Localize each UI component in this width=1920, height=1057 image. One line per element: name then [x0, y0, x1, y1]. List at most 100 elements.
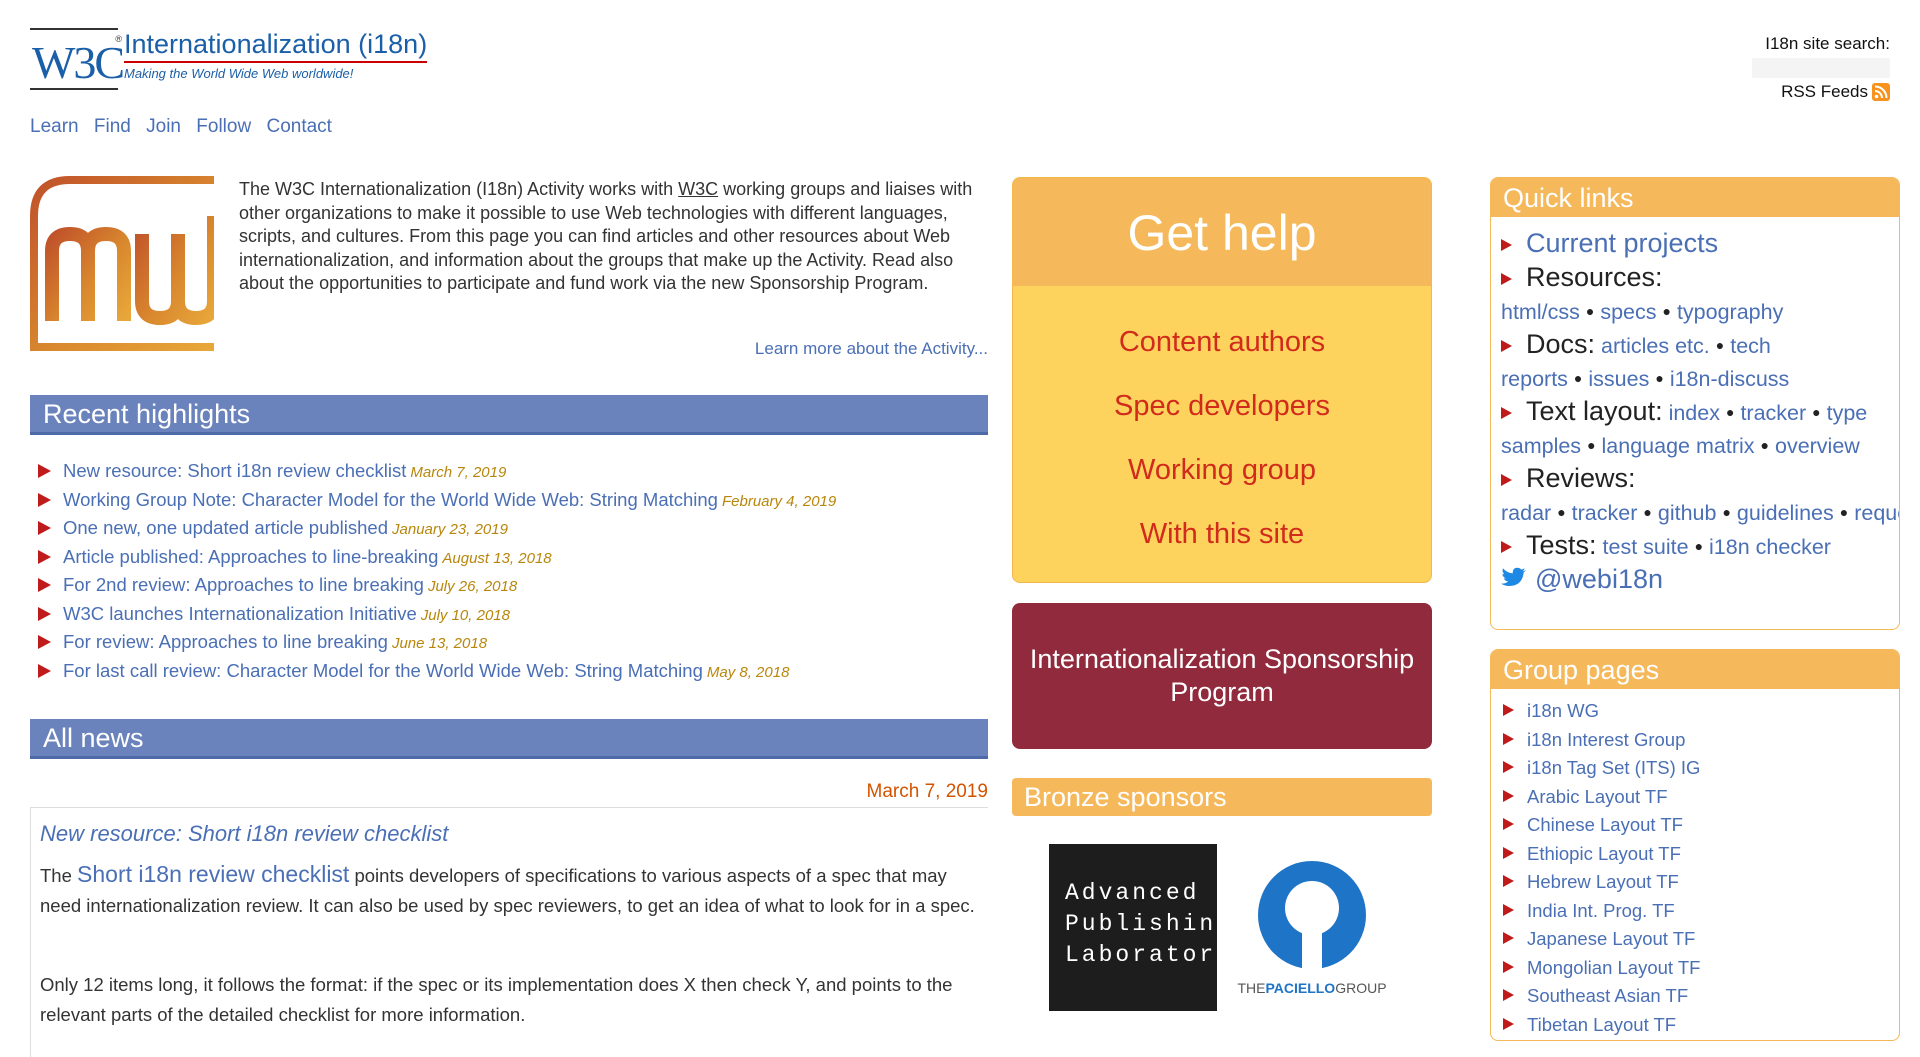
text-overview[interactable]: overview	[1775, 434, 1860, 458]
reviews-github[interactable]: github	[1658, 501, 1717, 525]
sponsorship-program-button[interactable]: Internationalization Sponsorship Program	[1012, 603, 1432, 749]
highlight-date: March 7, 2019	[410, 464, 507, 481]
quick-links-heading: Quick links	[1491, 178, 1899, 217]
quick-row-current: Current projects	[1501, 227, 1889, 261]
group-link[interactable]: Arabic Layout TF	[1527, 786, 1668, 807]
quick-links-panel: Quick links Current projects Resources: …	[1490, 177, 1900, 630]
arrow-icon	[1503, 818, 1514, 830]
help-content-authors[interactable]: Content authors	[1013, 310, 1431, 374]
docs-i18n-discuss[interactable]: i18n-discuss	[1670, 367, 1790, 391]
highlight-item: For last call review: Character Model fo…	[38, 657, 988, 686]
all-news-heading: All news	[30, 719, 988, 759]
news-headline[interactable]: New resource: Short i18n review checklis…	[40, 821, 448, 847]
twitter-link[interactable]: @webi18n	[1535, 564, 1663, 594]
w3c-logo[interactable]: W3C ®	[30, 28, 125, 90]
bullet-icon: ●	[1643, 504, 1652, 520]
help-spec-developers[interactable]: Spec developers	[1013, 374, 1431, 438]
highlight-link[interactable]: For review: Approaches to line breaking	[63, 631, 388, 652]
site-tagline: Making the World Wide Web worldwide!	[124, 66, 354, 81]
highlight-link[interactable]: One new, one updated article published	[63, 517, 388, 538]
resources-typography[interactable]: typography	[1677, 300, 1783, 324]
resources-html-css[interactable]: html/css	[1501, 300, 1580, 324]
highlight-item: Working Group Note: Character Model for …	[38, 486, 988, 515]
news-date: March 7, 2019	[866, 781, 988, 802]
current-projects-link[interactable]: Current projects	[1526, 228, 1718, 258]
group-item: Ethiopic Layout TF	[1503, 840, 1899, 869]
nav-join[interactable]: Join	[146, 116, 181, 137]
group-item: i18n WG	[1503, 697, 1899, 726]
reviews-tracker[interactable]: tracker	[1572, 501, 1638, 525]
highlight-link[interactable]: W3C launches Internationalization Initia…	[63, 603, 417, 624]
bullet-icon: ●	[1839, 504, 1849, 520]
docs-articles[interactable]: articles etc.	[1601, 334, 1710, 358]
recent-highlights-heading: Recent highlights	[30, 395, 988, 435]
group-link[interactable]: Mongolian Layout TF	[1527, 957, 1700, 978]
intro-paragraph: The W3C Internationalization (I18n) Acti…	[239, 178, 984, 296]
text-index[interactable]: index	[1669, 401, 1720, 425]
top-nav: Learn Find Join Follow Contact	[30, 116, 342, 138]
reviews-request[interactable]: request	[1854, 501, 1899, 525]
nav-follow[interactable]: Follow	[196, 116, 251, 137]
bullet-icon: ●	[1725, 404, 1735, 420]
twitter-icon	[1501, 567, 1526, 586]
help-working-group[interactable]: Working group	[1013, 438, 1431, 502]
highlight-link[interactable]: New resource: Short i18n review checklis…	[63, 460, 406, 481]
help-with-this-site[interactable]: With this site	[1013, 502, 1431, 566]
learn-more-link[interactable]: Learn more about the Activity...	[700, 339, 988, 359]
highlight-item: One new, one updated article published Ja…	[38, 514, 988, 543]
highlight-link[interactable]: For last call review: Character Model fo…	[63, 660, 703, 681]
paciello-group-logo[interactable]	[1228, 858, 1396, 998]
bullet-icon: ●	[1662, 303, 1671, 319]
quick-row-docs: Docs: articles etc. ● tech reports ● issues ●…	[1501, 328, 1889, 395]
highlight-date: February 4, 2019	[721, 492, 837, 510]
news-divider	[30, 807, 988, 808]
nav-contact[interactable]: Contact	[266, 116, 331, 137]
arrow-icon	[38, 464, 51, 478]
news-paragraph-2: Only 12 items long, it follows the forma…	[40, 974, 953, 1025]
quick-row-twitter: @webi18n	[1501, 563, 1889, 595]
group-link[interactable]: i18n Interest Group	[1527, 729, 1685, 750]
site-title[interactable]: Internationalization (i18n)	[124, 29, 428, 63]
group-link[interactable]: Hebrew Layout TF	[1527, 871, 1679, 892]
bullet-icon: ●	[1573, 370, 1583, 386]
advanced-publishing-lab-logo[interactable]: Advanced Publishing Laboratory	[1049, 844, 1230, 1011]
rss-feeds-link[interactable]: RSS Feeds	[1781, 82, 1868, 102]
group-link[interactable]: Southeast Asian TF	[1527, 985, 1688, 1006]
tests-test-suite[interactable]: test suite	[1603, 535, 1689, 559]
arrow-icon	[1503, 989, 1514, 1001]
arrow-icon	[38, 635, 51, 649]
arrow-icon	[1503, 903, 1514, 916]
resources-specs[interactable]: specs	[1600, 300, 1656, 324]
rss-icon[interactable]	[1872, 83, 1890, 101]
highlight-link[interactable]: Working Group Note: Character Model for …	[63, 489, 718, 510]
docs-issues[interactable]: issues	[1588, 367, 1649, 391]
site-search-input[interactable]	[1752, 58, 1890, 78]
text-language-matrix[interactable]: language matrix	[1602, 434, 1755, 458]
arrow-icon	[38, 492, 51, 507]
group-link[interactable]: India Int. Prog. TF	[1527, 900, 1675, 921]
group-link[interactable]: Chinese Layout TF	[1527, 814, 1683, 835]
highlight-date: May 8, 2018	[706, 663, 790, 681]
bullet-icon: ●	[1722, 504, 1731, 520]
tests-i18n-checker[interactable]: i18n checker	[1709, 535, 1831, 559]
reviews-guidelines[interactable]: guidelines	[1737, 501, 1834, 525]
highlight-date: July 10, 2018	[420, 606, 510, 624]
arrow-icon	[1503, 932, 1514, 944]
group-link[interactable]: i18n Tag Set (ITS) IG	[1527, 757, 1700, 778]
group-link[interactable]: Ethiopic Layout TF	[1527, 843, 1681, 864]
intro-w3c-link[interactable]: W3C	[678, 179, 718, 199]
checklist-link[interactable]: Short i18n review checklist	[77, 861, 349, 887]
text-tracker[interactable]: tracker	[1740, 401, 1806, 425]
group-link[interactable]: i18n WG	[1527, 700, 1599, 721]
highlight-link[interactable]: Article published: Approaches to line-br…	[63, 546, 438, 567]
group-link[interactable]: Tibetan Layout TF	[1527, 1014, 1676, 1035]
group-link[interactable]: Japanese Layout TF	[1527, 928, 1695, 949]
nav-learn[interactable]: Learn	[30, 116, 79, 137]
highlight-link[interactable]: For 2nd review: Approaches to line break…	[63, 574, 424, 595]
arrow-icon	[1501, 239, 1512, 251]
arrow-icon	[38, 663, 51, 678]
arrow-icon	[1503, 732, 1514, 745]
multilingual-web-logo	[30, 176, 221, 351]
reviews-radar[interactable]: radar	[1501, 501, 1551, 525]
nav-find[interactable]: Find	[94, 116, 131, 137]
